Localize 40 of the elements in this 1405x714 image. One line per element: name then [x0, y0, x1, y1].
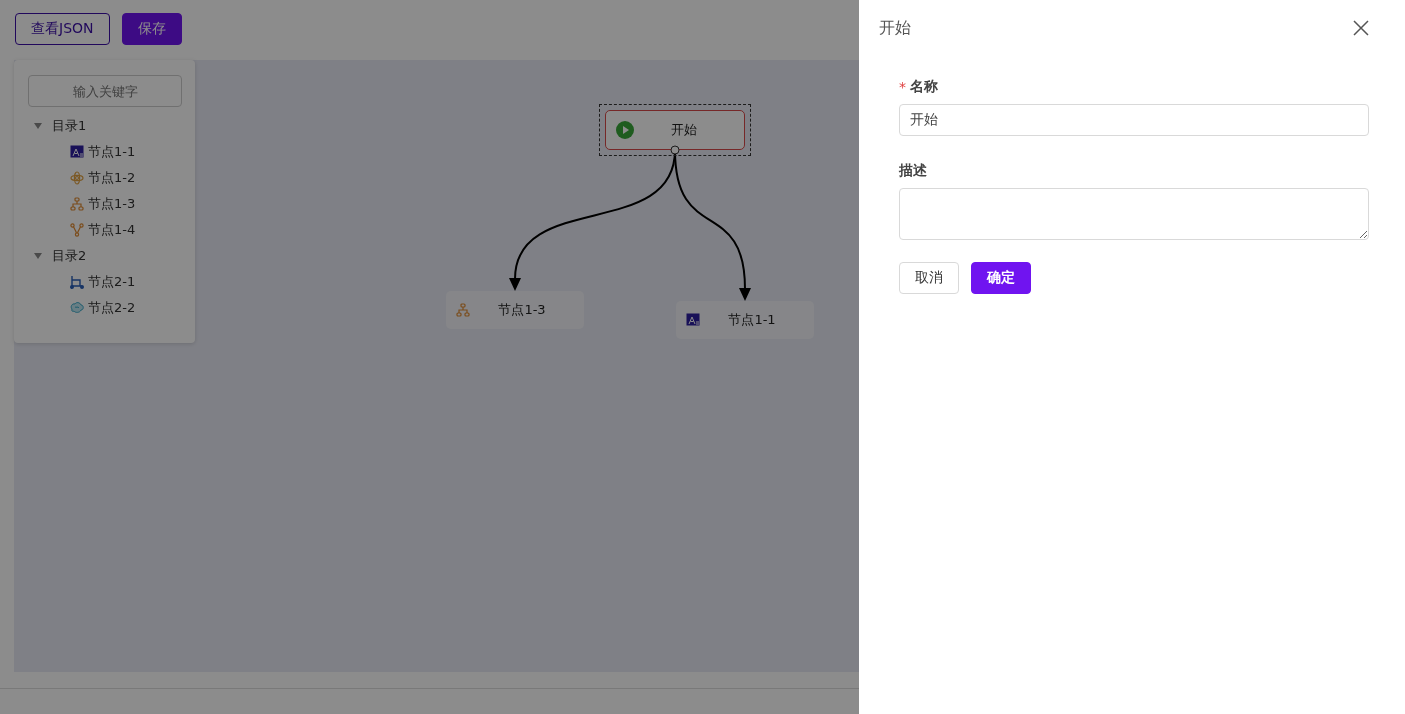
form-icon	[70, 145, 84, 159]
tree-item[interactable]: 节点2-1	[28, 269, 181, 295]
form-icon	[686, 313, 700, 327]
play-icon	[616, 121, 634, 139]
network-icon	[70, 275, 84, 289]
node-selection-frame[interactable]: 节点1-3	[440, 285, 590, 335]
port-handle[interactable]	[670, 145, 680, 155]
caret-icon[interactable]	[34, 123, 42, 129]
flow-node[interactable]: 节点1-3	[446, 291, 584, 329]
tree-item[interactable]: 节点1-1	[28, 139, 181, 165]
tree-folder[interactable]: 目录1	[28, 113, 181, 139]
required-asterisk: *	[899, 79, 906, 95]
tree-item[interactable]: 节点1-4	[28, 217, 181, 243]
tree-item[interactable]: 节点2-2	[28, 295, 181, 321]
field-label: 描述	[899, 162, 927, 180]
node-selection-frame[interactable]: 节点1-1	[670, 295, 820, 345]
tree-folder[interactable]: 目录2	[28, 243, 181, 269]
drawer-title: 开始	[879, 17, 911, 39]
tree-item[interactable]: 节点1-3	[28, 191, 181, 217]
toolbar-button[interactable]: 查看JSON	[15, 13, 110, 45]
folder-label: 目录2	[52, 247, 87, 265]
flow-node[interactable]: 开始	[605, 110, 745, 150]
caret-icon[interactable]	[34, 253, 42, 259]
hierarchy-icon	[70, 197, 84, 211]
name-field[interactable]: 开始	[899, 104, 1369, 136]
confirm-button[interactable]: 确定	[971, 262, 1031, 294]
cancel-button[interactable]: 取消	[899, 262, 959, 294]
flow-node[interactable]: 节点1-1	[676, 301, 814, 339]
brain-icon	[70, 301, 84, 315]
node-selection-frame[interactable]: 开始	[599, 104, 751, 156]
search-field[interactable]: 输入关键字	[28, 75, 182, 107]
description-field[interactable]	[899, 188, 1369, 240]
hierarchy-icon	[456, 303, 470, 317]
close-icon[interactable]	[1353, 20, 1369, 36]
toolbar-button[interactable]: 保存	[121, 13, 182, 45]
tree-item[interactable]: 节点1-2	[28, 165, 181, 191]
gear-icon	[70, 171, 84, 185]
field-label: 名称	[910, 78, 938, 96]
branch-icon	[70, 223, 84, 237]
folder-label: 目录1	[52, 117, 87, 135]
